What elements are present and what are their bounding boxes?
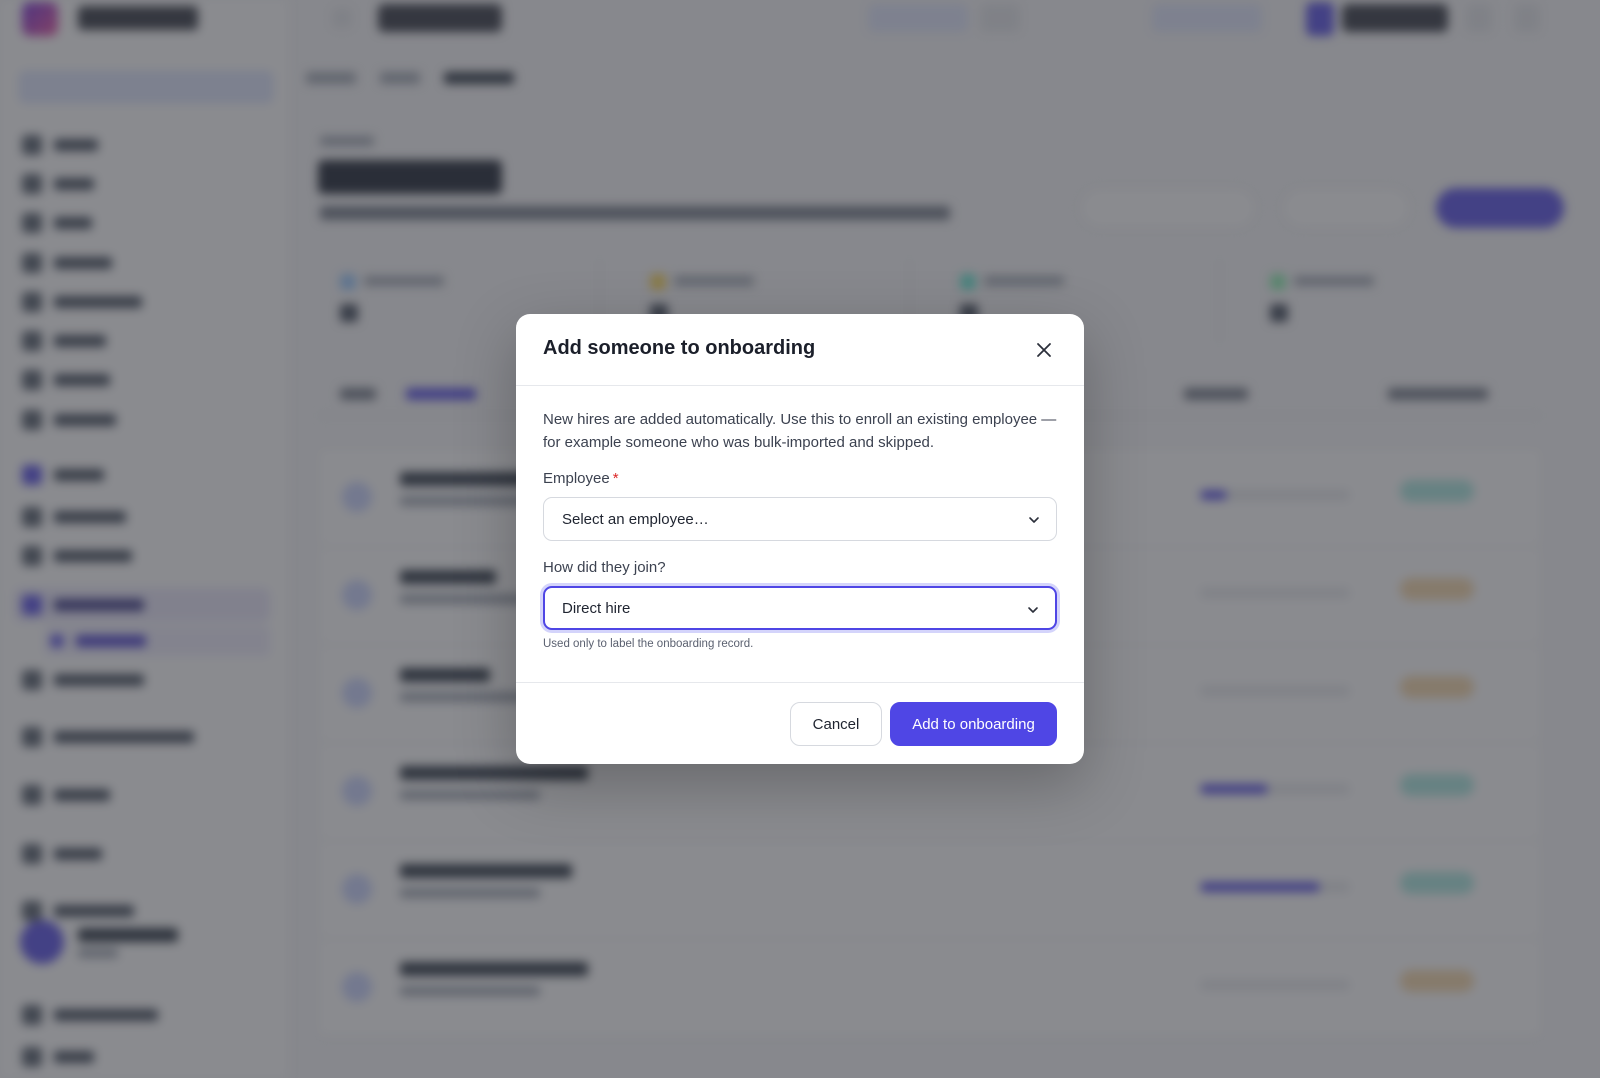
close-icon [1037,343,1051,357]
join-method-value: Direct hire [562,599,631,617]
required-marker: * [612,470,619,487]
employee-select[interactable]: Select an employee… [543,497,1057,541]
employee-label: Employee * [543,470,1059,487]
chevron-down-icon [1029,517,1039,523]
dialog-title: Add someone to onboarding [543,337,816,359]
add-to-onboarding-button[interactable]: Add to onboarding [890,702,1057,746]
join-method-select[interactable]: Direct hire [543,586,1057,630]
cancel-button[interactable]: Cancel [790,702,882,746]
dialog-description: New hires are added automatically. Use t… [543,411,1057,451]
dialog-footer: Cancel Add to onboarding [516,682,1084,764]
join-method-hint: Used only to label the onboarding record… [543,638,754,650]
employee-label-text: Employee [543,470,610,487]
employee-select-placeholder: Select an employee… [562,510,709,528]
add-to-onboarding-dialog: Add someone to onboarding New hires are … [516,314,1084,764]
chevron-down-icon [1028,607,1038,613]
join-method-label: How did they join? [543,559,666,576]
dialog-header: Add someone to onboarding [516,314,1084,386]
close-button[interactable] [1032,338,1056,362]
dialog-body: New hires are added automatically. Use t… [543,386,1059,650]
